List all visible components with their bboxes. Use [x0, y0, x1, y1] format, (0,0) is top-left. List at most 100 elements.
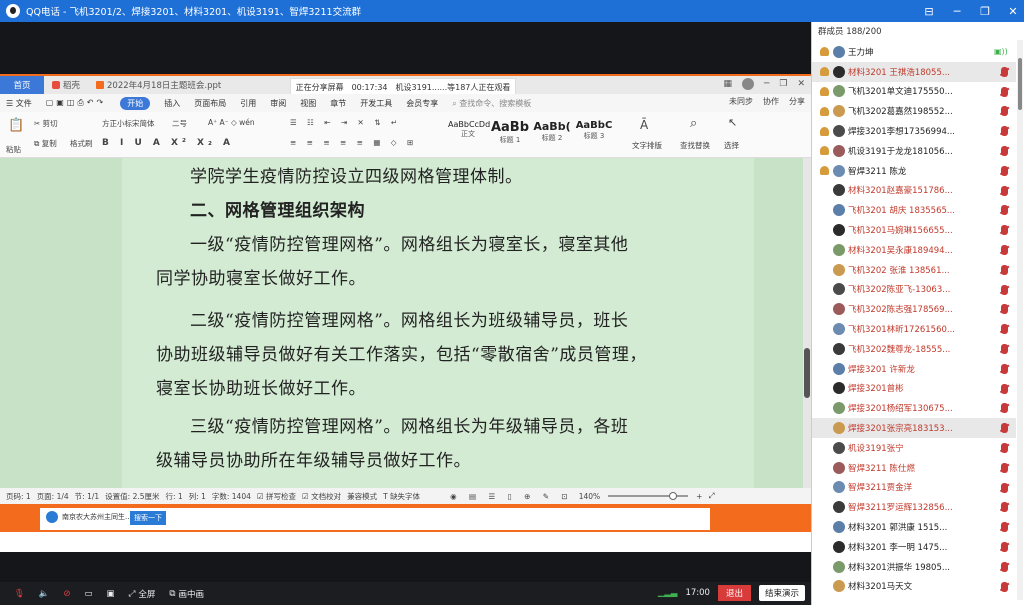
- camera-off-icon[interactable]: ⊘: [63, 589, 70, 599]
- status-word-count[interactable]: 字数: 1404: [212, 491, 251, 502]
- font-select[interactable]: 方正小标宋简体: [102, 118, 155, 129]
- zoom-slider[interactable]: [608, 492, 689, 500]
- select-cursor-icon[interactable]: ↖: [728, 116, 737, 129]
- fit-window-icon[interactable]: ⤢: [708, 491, 714, 501]
- shared-wps-window[interactable]: 首页 稻壳 2022年4月18日主题班会.ppt 正在分享屏幕 00:17:34…: [0, 74, 811, 552]
- align-icons[interactable]: ≡ ≡ ≡ ≡ ≡ ▦ ◇ ⊞: [290, 138, 417, 147]
- copy-button[interactable]: ⧉ 复制: [34, 138, 57, 149]
- member-row[interactable]: 材料3201吴永康189494...: [812, 240, 1016, 260]
- close-wps-button[interactable]: ✕: [797, 79, 805, 89]
- member-row[interactable]: 智焊3211贾金洋: [812, 478, 1016, 498]
- style-heading-3[interactable]: AaBbC 标题 3: [574, 120, 614, 146]
- member-scrollbar[interactable]: [1017, 40, 1023, 600]
- share-button[interactable]: 分享: [789, 96, 805, 107]
- member-row[interactable]: 飞机3202葛嘉然198552...: [812, 101, 1016, 121]
- minimize-button[interactable]: ─: [950, 5, 964, 18]
- member-row[interactable]: 材料3201马天文: [812, 577, 1016, 597]
- menu-view[interactable]: 视图: [300, 98, 316, 109]
- member-row[interactable]: 材料3201 李一明 1475...: [812, 537, 1016, 557]
- format-painter-button[interactable]: 格式刷: [70, 138, 93, 149]
- menu-insert[interactable]: 插入: [164, 98, 180, 109]
- member-row[interactable]: 材料3201 王祺浩18055...: [812, 61, 1016, 82]
- member-row[interactable]: 智焊3211罗运辉132856...: [812, 497, 1016, 517]
- taskbar-search-button[interactable]: 搜索一下: [130, 511, 166, 525]
- style-heading-1[interactable]: AaBb 标题 1: [490, 120, 530, 146]
- exit-button[interactable]: 退出: [717, 585, 751, 601]
- close-button[interactable]: ✕: [1006, 5, 1020, 18]
- member-row[interactable]: 材料3201 郭洪康 1515...: [812, 517, 1016, 537]
- command-search[interactable]: ⌕ 查找命令、搜索模板: [452, 98, 531, 109]
- missing-font-button[interactable]: T 缺失字体: [383, 491, 420, 502]
- menu-start[interactable]: 开始: [120, 96, 151, 110]
- member-row[interactable]: 王力坤 ▣)): [812, 42, 1016, 62]
- tab-docer[interactable]: 稻壳: [44, 76, 88, 94]
- fullscreen-button[interactable]: ⤢ 全屏: [129, 588, 156, 600]
- document-area[interactable]: 学院学生疫情防控设立四级网格管理体制。 二、网格管理组织架构 一级“疫情防控管理…: [0, 158, 811, 488]
- menu-file[interactable]: ☰ 文件: [6, 98, 32, 109]
- mic-muted-icon[interactable]: 🎙︎: [14, 589, 25, 599]
- text-layout-button[interactable]: 文字排版: [632, 140, 662, 151]
- spell-check-toggle[interactable]: ☑ 拼写检查: [257, 491, 296, 502]
- paste-button[interactable]: 粘贴: [6, 144, 21, 155]
- member-row[interactable]: 材料3201赵嘉豪151786...: [812, 181, 1016, 201]
- maximize-button[interactable]: ❐: [978, 5, 992, 18]
- member-row[interactable]: 飞机3202魏尊龙-18555...: [812, 339, 1016, 359]
- font-style-icons[interactable]: B I U A X² X₂ A: [102, 138, 234, 148]
- member-row[interactable]: 焊接3201李想17356994...: [812, 121, 1016, 141]
- member-row[interactable]: 智焊3211 陈龙: [812, 161, 1016, 181]
- document-page[interactable]: 学院学生疫情防控设立四级网格管理体制。 二、网格管理组织架构 一级“疫情防控管理…: [122, 158, 754, 488]
- zoom-level[interactable]: 140%: [579, 492, 600, 501]
- member-row[interactable]: 智焊3211 陈仕燃: [812, 458, 1016, 478]
- font-size-select[interactable]: 二号: [172, 118, 187, 129]
- style-normal[interactable]: AaBbCcDd 正文: [448, 120, 490, 146]
- member-row[interactable]: 机设3191于龙龙181056...: [812, 141, 1016, 161]
- member-row[interactable]: 飞机3202陈志强178569...: [812, 299, 1016, 319]
- select-button[interactable]: 选择: [724, 140, 739, 151]
- member-row[interactable]: 飞机3201林昕17261560...: [812, 319, 1016, 339]
- quick-access-icons[interactable]: ▢▣◫⎙↶↷: [46, 98, 106, 108]
- member-row[interactable]: 飞机3201 胡庆 1835565...: [812, 200, 1016, 220]
- taskbar-browser-item[interactable]: 南京农大苏州主同生...: [46, 511, 132, 523]
- zoom-in-icon[interactable]: +: [696, 492, 702, 501]
- member-row[interactable]: 焊接3201张宗亮183153...: [812, 418, 1016, 438]
- member-list[interactable]: 王力坤 ▣)) 材料3201 王祺浩18055... 飞机3201单文迪175550.…: [812, 42, 1016, 596]
- doc-proof-button[interactable]: ☑ 文档校对: [302, 491, 341, 502]
- menu-layout[interactable]: 页面布局: [194, 98, 226, 109]
- member-scroll-thumb[interactable]: [1018, 58, 1022, 110]
- member-row[interactable]: 焊接3201杨绍军130675...: [812, 398, 1016, 418]
- style-heading-2[interactable]: AaBb(标题 2: [532, 120, 572, 146]
- pin-icon[interactable]: ⊟: [922, 5, 936, 18]
- member-row[interactable]: 飞机3202陈亚飞-13063...: [812, 280, 1016, 300]
- avatar[interactable]: [741, 78, 754, 90]
- member-row[interactable]: 焊接3201曾彬: [812, 379, 1016, 399]
- view-mode-icons[interactable]: ◉ ▤ ☰ ▯ ⊕ ✎ ⊡: [450, 492, 573, 501]
- menu-section[interactable]: 章节: [330, 98, 346, 109]
- list-icons[interactable]: ☰ ☷ ⇤ ⇥ ✕ ⇅ ↵: [290, 118, 401, 127]
- chat-icon[interactable]: ▣: [107, 589, 115, 599]
- member-row[interactable]: 机设3191张宁: [812, 438, 1016, 458]
- paste-icon[interactable]: 📋: [8, 118, 24, 133]
- find-replace-button[interactable]: 查找替换: [680, 140, 710, 151]
- doc-scrollbar[interactable]: [803, 158, 811, 488]
- menu-dev-tools[interactable]: 开发工具: [360, 98, 392, 109]
- menu-member[interactable]: 会员专享: [406, 98, 438, 109]
- pip-button[interactable]: ⧉ 画中画: [169, 588, 204, 600]
- screen-share-icon[interactable]: ▭: [85, 589, 93, 599]
- doc-scroll-thumb[interactable]: [804, 348, 810, 398]
- member-row[interactable]: 材料3201洪振华 19805...: [812, 557, 1016, 577]
- minimize-wps-button[interactable]: ─: [764, 79, 769, 89]
- member-row[interactable]: 焊接3201 许新龙: [812, 359, 1016, 379]
- font-grow-icons[interactable]: A⁺ A⁻ ◇ wén: [208, 118, 255, 127]
- speaker-icon[interactable]: 🔈: [39, 589, 50, 599]
- collab-button[interactable]: 协作: [763, 96, 779, 107]
- sync-status[interactable]: 未同步: [729, 96, 753, 107]
- layout-icon[interactable]: ▦: [723, 79, 732, 89]
- tab-home[interactable]: 首页: [0, 76, 44, 94]
- menu-reference[interactable]: 引用: [240, 98, 256, 109]
- member-row[interactable]: 飞机3201马婉琳156655...: [812, 220, 1016, 240]
- maximize-wps-button[interactable]: ❐: [779, 79, 787, 89]
- text-layout-icon[interactable]: Ā: [640, 118, 648, 132]
- cut-button[interactable]: ✂ 剪切: [34, 118, 58, 129]
- member-row[interactable]: 飞机3201单文迪175550...: [812, 82, 1016, 102]
- tab-ppt-file[interactable]: 2022年4月18日主题班会.ppt: [88, 76, 229, 94]
